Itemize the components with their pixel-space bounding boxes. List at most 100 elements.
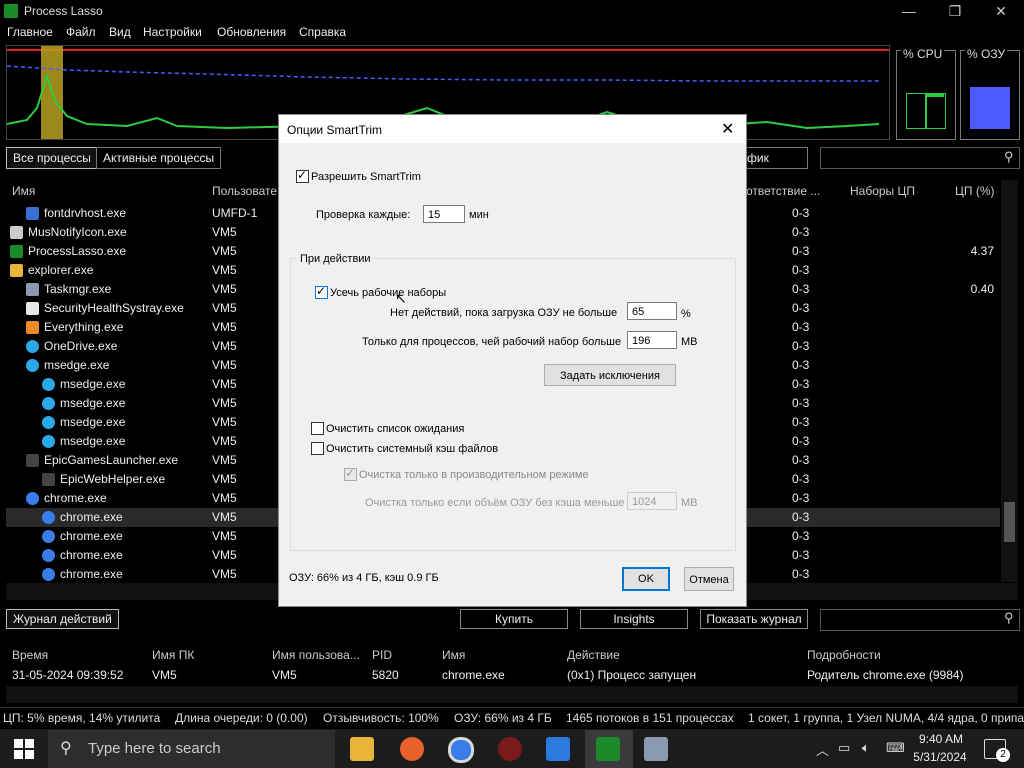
log-col-user[interactable]: Имя пользова...	[272, 645, 360, 665]
network-icon[interactable]: ▭	[838, 740, 850, 756]
trim-working-sets-label[interactable]: Усечь рабочие наборы	[330, 287, 446, 299]
process-name: msedge.exe	[60, 377, 126, 391]
process-user: VM5	[212, 225, 237, 239]
process-user: VM5	[212, 529, 237, 543]
process-user: UMFD-1	[212, 206, 258, 220]
clear-standby-label[interactable]: Очистить список ожидания	[326, 423, 464, 435]
processlasso-icon	[10, 245, 23, 258]
log-details: Родитель chrome.exe (9984)	[807, 668, 964, 682]
process-user: VM5	[212, 339, 237, 353]
windows-start-icon[interactable]	[14, 739, 34, 759]
col-cpu-pct[interactable]: ЦП (%)	[955, 180, 995, 202]
firefox-icon[interactable]	[400, 737, 424, 761]
chrome-icon[interactable]	[448, 737, 474, 763]
process-user: VM5	[212, 472, 237, 486]
mouse-cursor-icon: ↖	[395, 290, 407, 306]
clock-time[interactable]: 9:40 AM	[915, 732, 967, 746]
process-affinity: 0-3	[792, 301, 810, 315]
process-name: chrome.exe	[60, 567, 123, 581]
close-icon[interactable]: ✕	[978, 0, 1024, 23]
tab-action-log[interactable]: Журнал действий	[6, 609, 119, 629]
enable-smarttrim-checkbox[interactable]	[296, 168, 309, 183]
store-icon[interactable]	[546, 737, 570, 761]
app-red-icon[interactable]	[498, 737, 522, 761]
volume-icon[interactable]: 🔈︎	[862, 740, 870, 756]
col-cpu-sets[interactable]: Наборы ЦП	[850, 180, 915, 202]
process-affinity: 0-3	[792, 567, 810, 581]
restore-icon[interactable]: ❐	[932, 0, 978, 23]
log-col-action[interactable]: Действие	[567, 645, 620, 665]
log-col-pid[interactable]: PID	[372, 645, 392, 665]
tab-graph[interactable]: фик	[740, 147, 808, 169]
set-exclusions-button[interactable]: Задать исключения	[544, 364, 676, 386]
log-col-time[interactable]: Время	[12, 645, 48, 665]
menu-settings[interactable]: Настройки	[143, 25, 202, 39]
process-user: VM5	[212, 301, 237, 315]
edge-icon	[26, 340, 39, 353]
col-affinity[interactable]: ответствие ...	[746, 180, 820, 202]
minutes-label: мин	[469, 209, 489, 221]
log-pc: VM5	[152, 668, 177, 682]
smarttrim-dialog: Опции SmartTrim ✕ Разрешить SmartTrim Пр…	[278, 114, 747, 607]
scroll-thumb[interactable]	[1004, 502, 1015, 542]
processlasso-taskbar-icon[interactable]	[596, 737, 620, 761]
log-action: (0x1) Процесс запущен	[567, 668, 697, 682]
process-user: VM5	[212, 491, 237, 505]
menu-help[interactable]: Справка	[299, 25, 346, 39]
process-name: EpicGamesLauncher.exe	[44, 453, 179, 467]
log-col-name[interactable]: Имя	[442, 645, 465, 665]
insights-button[interactable]: Insights	[580, 609, 688, 629]
process-search-input[interactable]	[820, 147, 1020, 169]
menu-view[interactable]: Вид	[109, 25, 131, 39]
process-cpu: 4.37	[970, 244, 994, 258]
show-log-button[interactable]: Показать журнал	[700, 609, 808, 629]
only-procs-input[interactable]: 196	[627, 331, 677, 349]
log-search-icon[interactable]: ⚲	[1004, 610, 1014, 626]
perf-mode-only-checkbox[interactable]	[344, 466, 357, 481]
log-search-input[interactable]	[820, 609, 1020, 631]
tab-active-processes[interactable]: Активные процессы	[96, 147, 222, 169]
check-every-input[interactable]: 15	[423, 205, 465, 223]
col-user[interactable]: Пользовате	[212, 180, 277, 202]
process-name: fontdrvhost.exe	[44, 206, 127, 220]
language-icon[interactable]: ⌨︎	[886, 740, 905, 756]
process-affinity: 0-3	[792, 282, 810, 296]
menu-file[interactable]: Файл	[66, 25, 96, 39]
notification-badge: 2	[996, 748, 1010, 762]
minimize-icon[interactable]: —	[886, 0, 932, 23]
tab-all-processes[interactable]: Все процессы	[6, 147, 98, 169]
process-name: MusNotifyIcon.exe	[28, 225, 127, 239]
process-name: Everything.exe	[44, 320, 124, 334]
taskbar-search-icon: ⚲	[60, 740, 72, 757]
process-user: VM5	[212, 415, 237, 429]
ram-meter-label: % ОЗУ	[965, 47, 1008, 61]
process-affinity: 0-3	[792, 377, 810, 391]
dialog-close-icon[interactable]: ✕	[721, 119, 734, 139]
clock-date[interactable]: 5/31/2024	[910, 750, 970, 764]
clear-cache-label[interactable]: Очистить системный кэш файлов	[326, 443, 498, 455]
file-explorer-icon[interactable]	[350, 737, 374, 761]
process-affinity: 0-3	[792, 244, 810, 258]
taskmgr-taskbar-icon[interactable]	[644, 737, 668, 761]
ram-below-input[interactable]: 1024	[627, 492, 677, 510]
window-title: Process Lasso	[24, 4, 103, 18]
vertical-scrollbar[interactable]	[1001, 180, 1018, 582]
log-horizontal-scrollbar[interactable]	[6, 686, 1018, 703]
chevron-up-icon[interactable]: ︿	[816, 740, 829, 759]
menu-main[interactable]: Главное	[7, 25, 53, 39]
col-name[interactable]: Имя	[12, 180, 35, 202]
clear-standby-checkbox[interactable]	[311, 422, 324, 435]
enable-smarttrim-label[interactable]: Разрешить SmartTrim	[311, 171, 421, 183]
cancel-button[interactable]: Отмена	[684, 567, 734, 591]
menu-bar: Главное Файл Вид Настройки Обновления Сп…	[0, 23, 1024, 43]
ok-button[interactable]: OK	[622, 567, 670, 591]
menu-updates[interactable]: Обновления	[217, 25, 286, 39]
log-col-pc[interactable]: Имя ПК	[152, 645, 194, 665]
no-action-input[interactable]: 65	[627, 302, 677, 320]
trim-working-sets-checkbox[interactable]	[315, 284, 328, 299]
log-col-details[interactable]: Подробности	[807, 645, 881, 665]
clear-cache-checkbox[interactable]	[311, 442, 324, 455]
buy-button[interactable]: Купить	[460, 609, 568, 629]
taskbar-search-placeholder[interactable]: Type here to search	[88, 740, 221, 757]
search-icon[interactable]: ⚲	[1004, 149, 1014, 165]
